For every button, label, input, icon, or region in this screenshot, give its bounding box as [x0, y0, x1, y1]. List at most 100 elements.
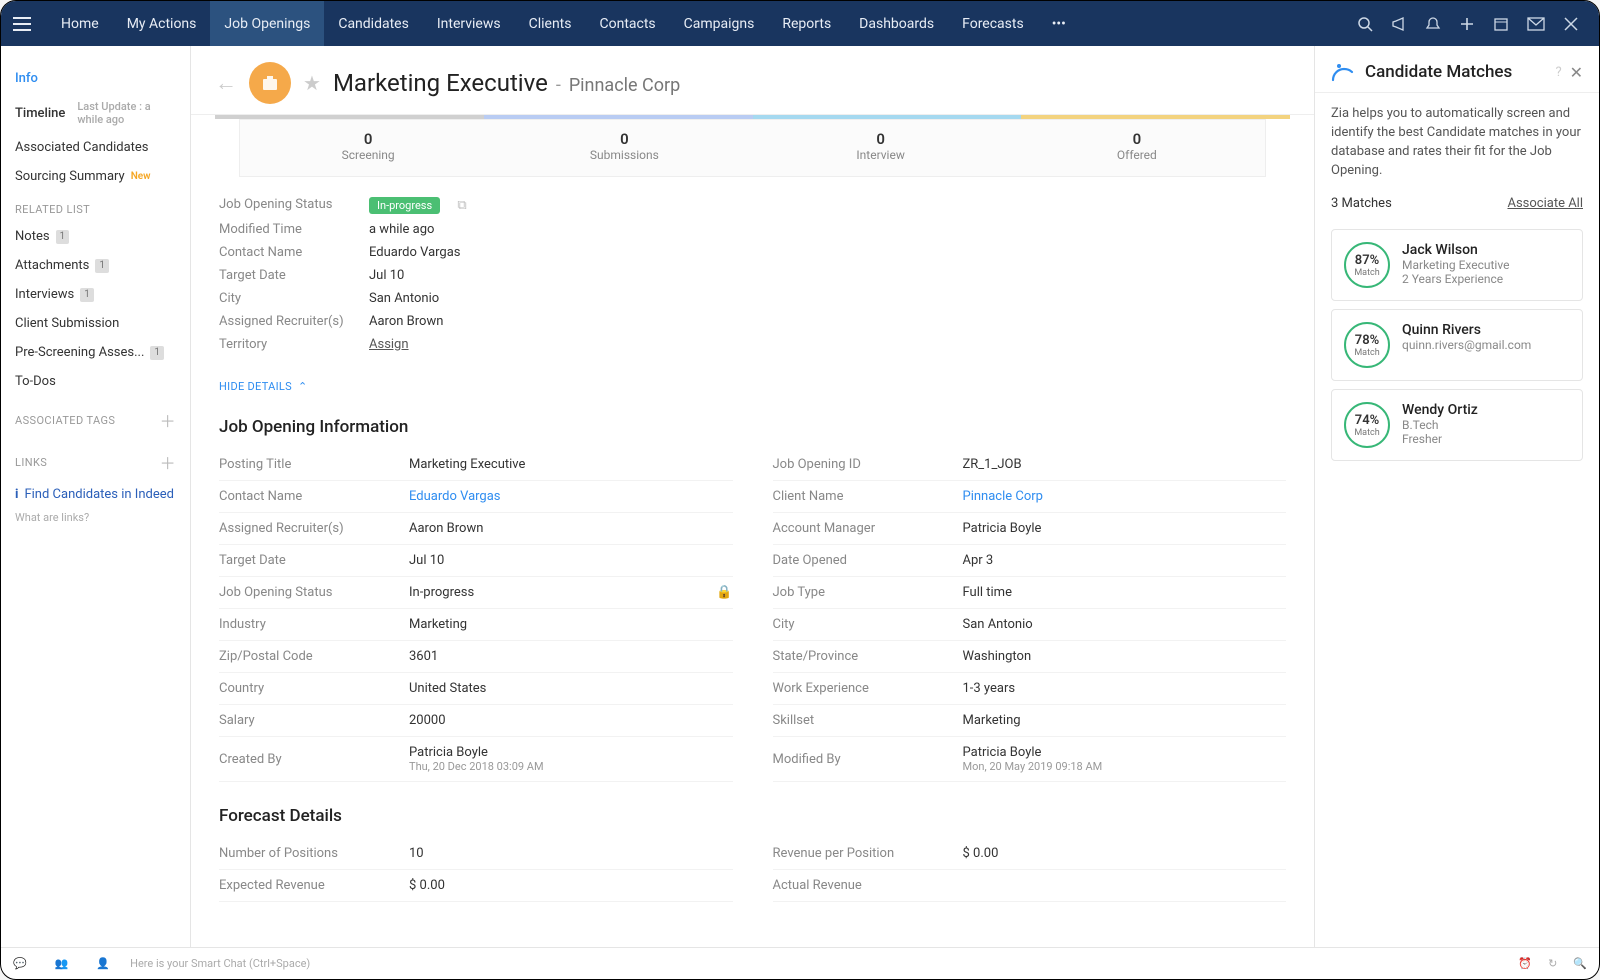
chevron-up-icon: ⌃ [298, 380, 308, 393]
info-row: Posting TitleMarketing Executive [219, 449, 733, 481]
footer-chats-icon[interactable]: 💬 [13, 957, 27, 970]
tab-campaigns[interactable]: Campaigns [670, 1, 769, 46]
info-row: Assigned Recruiter(s)Aaron Brown [219, 513, 733, 545]
tab-overflow[interactable]: ••• [1038, 1, 1080, 46]
sidebar-item-prescreening[interactable]: Pre-Screening Asses... 1 [1, 338, 190, 367]
hide-details-toggle[interactable]: HIDE DETAILS ⌃ [191, 366, 1314, 399]
history-icon[interactable]: ↻ [1548, 957, 1557, 970]
match-name: Wendy Ortiz [1402, 402, 1478, 418]
sidebar-sourcing-label: Sourcing Summary [15, 169, 125, 184]
sidebar-timeline-label: Timeline [15, 106, 65, 121]
tab-home[interactable]: Home [47, 1, 113, 46]
sidebar-item-info[interactable]: Info [1, 64, 190, 93]
status-badge: In-progress [369, 197, 440, 214]
footer-search-icon[interactable]: 🔍 [1573, 957, 1587, 970]
info-row: Account ManagerPatricia Boyle [773, 513, 1287, 545]
tab-dashboards[interactable]: Dashboards [845, 1, 948, 46]
zia-logo [1331, 62, 1357, 82]
info-row: Client NamePinnacle Corp [773, 481, 1287, 513]
tab-job-openings[interactable]: Job Openings [210, 1, 324, 46]
menu-icon[interactable] [13, 13, 35, 35]
info-row: Date OpenedApr 3 [773, 545, 1287, 577]
info-row: Actual Revenue [773, 870, 1287, 902]
forecast-right: Revenue per Position$ 0.00Actual Revenue [773, 838, 1287, 902]
match-name: Jack Wilson [1402, 242, 1509, 258]
info-row: IndustryMarketing [219, 609, 733, 641]
sidebar-item-interviews[interactable]: Interviews 1 [1, 280, 190, 309]
tab-clients[interactable]: Clients [515, 1, 586, 46]
back-arrow-icon[interactable]: ← [215, 70, 237, 96]
footer-channels-icon[interactable]: 👥 [55, 957, 69, 970]
smart-chat-hint[interactable]: Here is your Smart Chat (Ctrl+Space) [130, 957, 310, 970]
main-content: ← ★ Marketing Executive - Pinnacle Corp [191, 46, 1314, 947]
sidebar-item-todos[interactable]: To-Dos [1, 367, 190, 396]
close-icon[interactable]: ✕ [1570, 63, 1583, 82]
sidebar-item-sourcing[interactable]: Sourcing Summary New [1, 162, 190, 191]
clock-icon[interactable]: ⏰ [1518, 957, 1532, 970]
sidebar-item-client-submission[interactable]: Client Submission [1, 309, 190, 338]
tab-candidates[interactable]: Candidates [324, 1, 423, 46]
info-row: Zip/Postal Code3601 [219, 641, 733, 673]
info-row: Modified ByPatricia BoyleMon, 20 May 201… [773, 737, 1287, 782]
star-icon[interactable]: ★ [303, 71, 321, 95]
title-separator: - [556, 75, 561, 96]
footer-contacts-icon[interactable]: 👤 [96, 957, 110, 970]
info-row: CitySan Antonio [773, 609, 1287, 641]
match-list: 87%MatchJack WilsonMarketing Executive2 … [1315, 221, 1599, 469]
tools-icon[interactable] [1563, 16, 1579, 32]
search-icon[interactable] [1357, 16, 1373, 32]
info-row: Contact NameEduardo Vargas [219, 481, 733, 513]
help-icon[interactable]: ? [1555, 65, 1561, 80]
tab-my-actions[interactable]: My Actions [113, 1, 211, 46]
sidebar-item-attachments[interactable]: Attachments 1 [1, 251, 190, 280]
notes-count: 1 [56, 230, 70, 244]
indeed-icon: i [15, 487, 18, 502]
panel-title: Candidate Matches [1365, 62, 1547, 82]
what-are-links[interactable]: What are links? [1, 509, 190, 526]
match-card[interactable]: 74%MatchWendy OrtizB.TechFresher [1331, 389, 1583, 461]
announce-icon[interactable] [1391, 16, 1407, 32]
forecast-section: Forecast Details Number of Positions10Ex… [191, 788, 1314, 908]
info-row: SkillsetMarketing [773, 705, 1287, 737]
match-score: 87%Match [1344, 242, 1390, 288]
plus-icon[interactable] [1459, 16, 1475, 32]
new-badge: New [131, 171, 151, 182]
add-tag-icon[interactable]: ＋ [160, 408, 176, 432]
assign-territory[interactable]: Assign [369, 337, 409, 352]
match-score: 74%Match [1344, 402, 1390, 448]
sidebar-item-timeline[interactable]: Timeline Last Update : a while ago [1, 93, 190, 133]
tab-interviews[interactable]: Interviews [423, 1, 515, 46]
mail-icon[interactable] [1527, 16, 1545, 32]
layout-icon[interactable]: ⧉ [457, 198, 466, 213]
sidebar-item-assoc-candidates[interactable]: Associated Candidates [1, 133, 190, 162]
calendar-icon[interactable] [1493, 16, 1509, 32]
stat-submissions[interactable]: 0 Submissions [496, 130, 752, 162]
stat-interview[interactable]: 0 Interview [753, 130, 1009, 162]
sidebar-item-notes[interactable]: Notes 1 [1, 222, 190, 251]
attachments-count: 1 [95, 259, 109, 273]
info-row: Created ByPatricia BoyleThu, 20 Dec 2018… [219, 737, 733, 782]
associate-all-link[interactable]: Associate All [1507, 196, 1583, 211]
record-avatar [249, 62, 291, 104]
stat-screening[interactable]: 0 Screening [240, 130, 496, 162]
left-sidebar: Info Timeline Last Update : a while ago … [1, 46, 191, 947]
bell-icon[interactable] [1425, 16, 1441, 32]
info-row: Expected Revenue$ 0.00 [219, 870, 733, 902]
tab-contacts[interactable]: Contacts [585, 1, 669, 46]
job-info-right: Job Opening IDZR_1_JOBClient NamePinnacl… [773, 449, 1287, 782]
job-info-section: Job Opening Information Posting TitleMar… [191, 399, 1314, 788]
info-row: Salary20000 [219, 705, 733, 737]
page-subtitle: Pinnacle Corp [569, 75, 680, 96]
info-row: Work Experience1-3 years [773, 673, 1287, 705]
match-card[interactable]: 87%MatchJack WilsonMarketing Executive2 … [1331, 229, 1583, 301]
info-row: Revenue per Position$ 0.00 [773, 838, 1287, 870]
match-card[interactable]: 78%MatchQuinn Riversquinn.rivers@gmail.c… [1331, 309, 1583, 381]
associated-tags-header: ASSOCIATED TAGS ＋ [1, 396, 190, 438]
tab-reports[interactable]: Reports [768, 1, 845, 46]
lock-icon: 🔒 [716, 585, 732, 600]
stage-progress-bar [215, 115, 1290, 119]
stat-offered[interactable]: 0 Offered [1009, 130, 1265, 162]
add-link-icon[interactable]: ＋ [160, 450, 176, 474]
tab-forecasts[interactable]: Forecasts [948, 1, 1038, 46]
sidebar-item-find-indeed[interactable]: i Find Candidates in Indeed [1, 480, 190, 509]
